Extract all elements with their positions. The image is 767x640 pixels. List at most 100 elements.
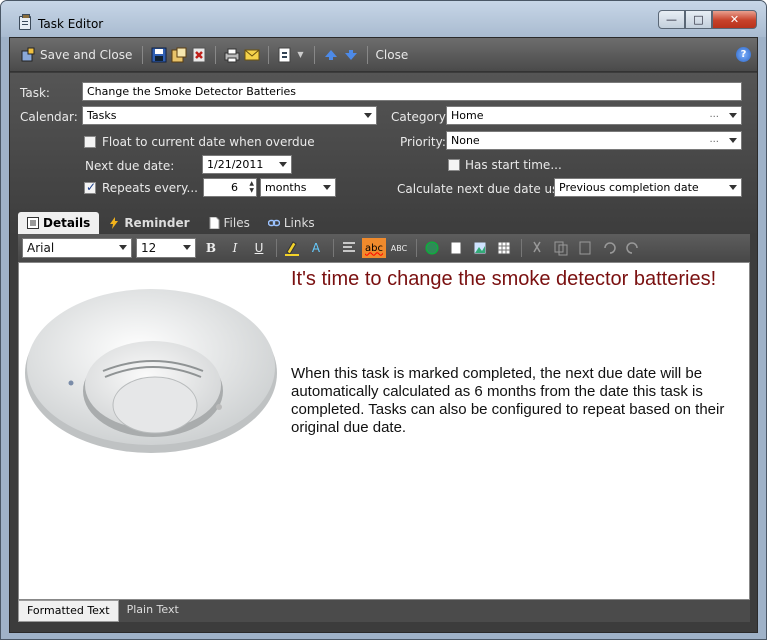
insert-table-icon[interactable]	[493, 238, 515, 258]
float-overdue-checkbox[interactable]	[84, 136, 96, 148]
insert-file-icon[interactable]	[445, 238, 467, 258]
tab-files-label: Files	[223, 216, 250, 230]
maximize-button[interactable]: □	[685, 10, 712, 29]
font-name-select[interactable]: Arial	[22, 238, 132, 258]
calc-next-due-select[interactable]: Previous completion date	[554, 178, 742, 197]
help-icon[interactable]: ?	[736, 47, 751, 62]
lightning-icon	[110, 217, 119, 229]
priority-select[interactable]: None ...	[446, 131, 742, 150]
calendar-select[interactable]: Tasks	[82, 106, 377, 125]
save-and-close-button[interactable]: Save and Close	[20, 47, 132, 63]
chevron-down-icon	[279, 162, 287, 167]
tab-links[interactable]: Links	[259, 212, 324, 234]
smoke-detector-image	[25, 289, 277, 453]
toolbar-separator	[268, 45, 270, 64]
spell-options-button[interactable]: ABC	[388, 238, 410, 258]
note-heading: It's time to change the smoke detector b…	[291, 268, 717, 290]
redo-icon[interactable]	[622, 238, 644, 258]
highlight-icon[interactable]	[281, 238, 303, 258]
toolbar-separator	[142, 45, 144, 64]
next-due-label: Next due date:	[85, 159, 175, 173]
text-mode-tabs: Formatted Text Plain Text	[18, 600, 750, 622]
chevron-down-icon	[183, 245, 191, 250]
next-item-icon[interactable]	[343, 47, 359, 63]
chevron-down-icon	[729, 185, 737, 190]
toolbar-separator	[313, 45, 315, 64]
task-icon	[19, 14, 31, 30]
close-label: Close	[375, 47, 409, 62]
title-bar[interactable]: Task Editor — □ ✕	[1, 1, 766, 37]
tab-reminder-label: Reminder	[124, 216, 190, 230]
delete-icon[interactable]	[191, 47, 207, 63]
priority-label: Priority:	[400, 135, 446, 149]
tab-plain-text[interactable]: Plain Text	[119, 600, 187, 622]
font-size-value: 12	[141, 241, 157, 255]
insert-image-icon[interactable]	[469, 238, 491, 258]
task-name-input[interactable]: Change the Smoke Detector Batteries	[82, 82, 742, 101]
next-due-date-picker[interactable]: 1/21/2011	[202, 155, 292, 174]
category-select[interactable]: Home ...	[446, 106, 742, 125]
rich-text-editor[interactable]: It's time to change the smoke detector b…	[18, 262, 750, 600]
print-icon[interactable]	[224, 47, 240, 63]
bold-button[interactable]: B	[200, 238, 222, 258]
repeats-count-value: 6	[231, 181, 238, 194]
spin-arrows-icon[interactable]: ▲ ▼	[249, 180, 254, 194]
note-body: When this task is marked completed, the …	[291, 365, 725, 436]
italic-button[interactable]: I	[224, 238, 246, 258]
tab-links-label: Links	[283, 216, 315, 230]
repeats-label: Repeats every...	[102, 181, 198, 195]
chevron-down-icon	[119, 245, 127, 250]
toolbar-separator	[521, 239, 522, 257]
category-value: Home	[451, 109, 484, 122]
font-size-select[interactable]: 12	[136, 238, 196, 258]
minimize-button[interactable]: —	[658, 10, 685, 29]
font-color-button[interactable]: A	[305, 238, 327, 258]
float-overdue-label: Float to current date when overdue	[102, 135, 315, 149]
email-icon[interactable]	[244, 47, 260, 63]
properties-icon[interactable]	[277, 47, 293, 63]
toolbar-separator	[333, 239, 334, 257]
main-toolbar: Save and Close ▼ Close ?	[10, 38, 757, 72]
toolbar-separator	[215, 45, 217, 64]
underline-button[interactable]: U	[248, 238, 270, 258]
insert-link-icon[interactable]	[421, 238, 443, 258]
tab-details[interactable]: Details	[18, 212, 100, 234]
file-icon	[209, 217, 219, 229]
repeats-unit-value: months	[265, 181, 307, 194]
font-name-value: Arial	[27, 241, 55, 255]
toolbar-separator	[416, 239, 417, 257]
repeats-checkbox[interactable]	[84, 180, 96, 194]
task-form: Task: Change the Smoke Detector Batterie…	[10, 73, 757, 233]
tab-files[interactable]: Files	[199, 212, 259, 234]
has-start-time-checkbox[interactable]	[448, 159, 460, 171]
tab-details-label: Details	[43, 216, 91, 230]
copy-icon[interactable]	[550, 238, 572, 258]
tab-reminder[interactable]: Reminder	[99, 212, 198, 234]
save-and-close-label: Save and Close	[40, 47, 133, 62]
tab-formatted-text[interactable]: Formatted Text	[18, 600, 119, 622]
priority-value: None	[451, 134, 480, 147]
close-button[interactable]: Close	[376, 48, 409, 62]
priority-more-icon: ...	[709, 134, 719, 145]
save-close-icon	[21, 47, 35, 61]
detail-tabs: Details Reminder Files Links	[18, 212, 324, 234]
cut-icon[interactable]	[526, 238, 548, 258]
window-title: Task Editor	[38, 17, 104, 31]
save-as-icon[interactable]	[171, 47, 187, 63]
save-icon[interactable]	[151, 47, 167, 63]
repeats-unit-select[interactable]: months	[260, 178, 336, 197]
paste-icon[interactable]	[574, 238, 596, 258]
details-icon	[27, 217, 39, 229]
toolbar-separator	[366, 45, 368, 64]
has-start-time-label: Has start time...	[465, 158, 562, 172]
undo-icon[interactable]	[598, 238, 620, 258]
task-editor-window: Task Editor — □ ✕ Save and Close ▼ Close…	[0, 0, 767, 640]
repeats-count-stepper[interactable]: 6 ▲ ▼	[203, 178, 257, 197]
chevron-down-icon	[364, 113, 372, 118]
spell-check-button[interactable]: abc	[362, 238, 386, 258]
close-window-button[interactable]: ✕	[712, 10, 757, 29]
align-icon[interactable]	[338, 238, 360, 258]
window-controls: — □ ✕	[658, 10, 757, 30]
properties-dropdown-arrow[interactable]: ▼	[297, 50, 303, 59]
previous-item-icon[interactable]	[323, 47, 339, 63]
